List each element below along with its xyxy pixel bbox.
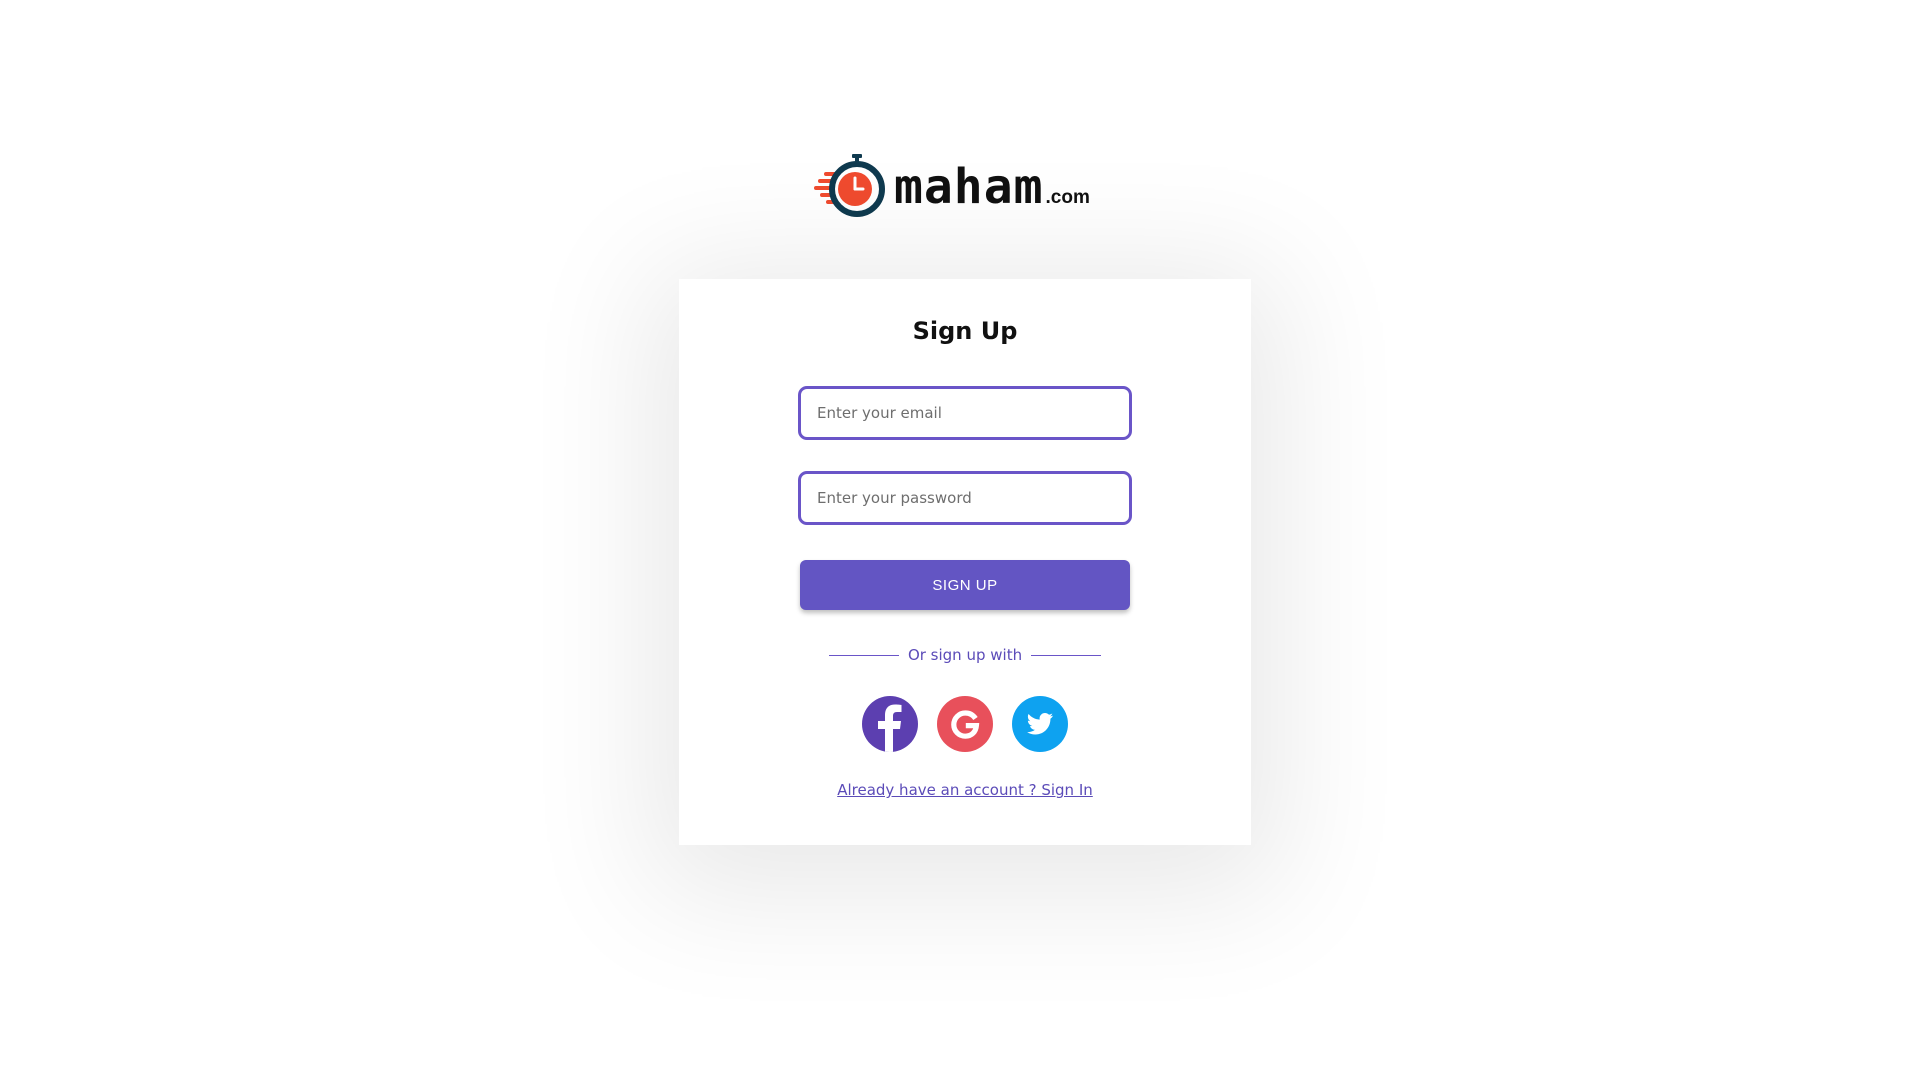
brand-tld-text: .com (1045, 187, 1090, 208)
stopwatch-icon (814, 154, 885, 217)
email-input[interactable] (801, 389, 1129, 437)
divider-line-left (829, 654, 899, 656)
signup-page: maham .com Sign Up SIGN UP Or sign up wi… (0, 0, 1920, 1080)
twitter-icon (1027, 713, 1053, 735)
signup-card: Sign Up SIGN UP Or sign up with (679, 279, 1251, 845)
social-buttons (679, 696, 1251, 752)
form-title: Sign Up (912, 317, 1018, 345)
social-divider: Or sign up with (829, 646, 1102, 664)
sign-up-button[interactable]: SIGN UP (800, 560, 1130, 610)
password-input[interactable] (801, 474, 1129, 522)
google-icon (951, 710, 980, 739)
facebook-button[interactable] (862, 696, 918, 752)
signin-link-row: Already have an account ? Sign In (679, 780, 1251, 799)
brand-main-text: maham (894, 159, 1044, 215)
brand-logo: maham .com (812, 152, 1112, 222)
brand-name: maham .com (894, 163, 1090, 211)
divider-text: Or sign up with (907, 646, 1023, 664)
divider-line-right (1031, 654, 1102, 656)
twitter-button[interactable] (1012, 696, 1068, 752)
email-field-wrapper (798, 386, 1132, 440)
facebook-icon (878, 704, 902, 752)
google-button[interactable] (937, 696, 993, 752)
password-field-wrapper (798, 471, 1132, 525)
signin-link[interactable]: Already have an account ? Sign In (837, 781, 1093, 799)
